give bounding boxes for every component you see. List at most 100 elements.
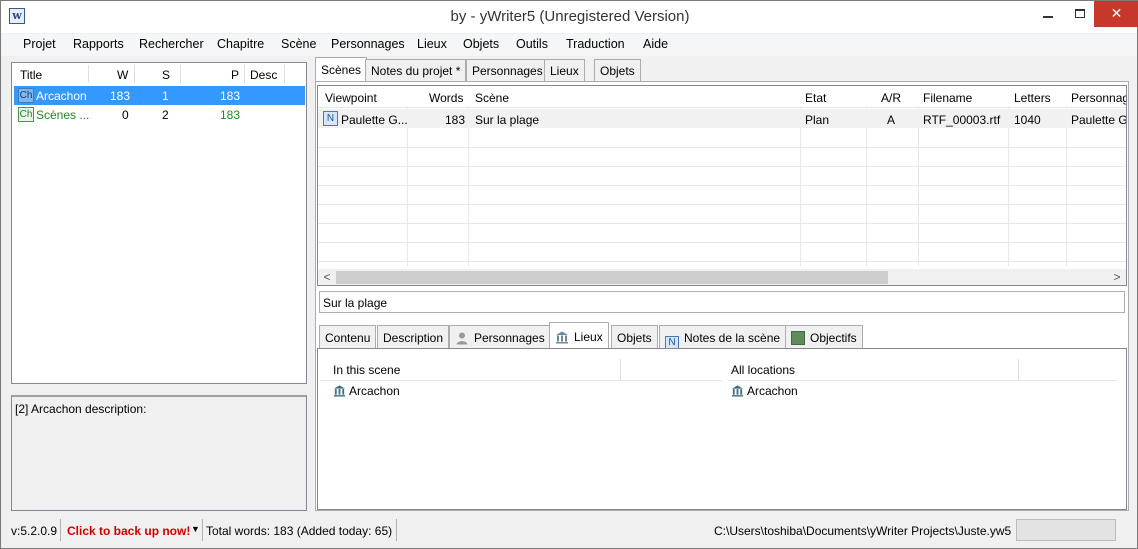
menu-aide[interactable]: Aide	[643, 37, 668, 51]
scene-title: Sur la plage	[475, 113, 540, 127]
menu-traduction[interactable]: Traduction	[566, 37, 625, 51]
scrollbar-thumb[interactable]	[336, 271, 888, 284]
grid-row-line	[318, 204, 1126, 205]
column-header-etat[interactable]: Etat	[805, 91, 826, 105]
menu-personnages[interactable]: Personnages	[331, 37, 405, 51]
menu-chapitre[interactable]: Chapitre	[217, 37, 264, 51]
column-header-personnages[interactable]: Personnag	[1071, 91, 1126, 105]
tab-scenes[interactable]: Scènes	[315, 57, 368, 81]
grid-row-line	[318, 242, 1126, 243]
scene-filename: RTF_00003.rtf	[923, 113, 1001, 127]
column-header-scene[interactable]: Scène	[475, 91, 509, 105]
minimize-icon	[1043, 15, 1053, 18]
close-icon: ✕	[1110, 5, 1123, 21]
grid-row-line	[318, 147, 1126, 148]
menu-rapports[interactable]: Rapports	[73, 37, 124, 51]
horizontal-scrollbar[interactable]: < >	[318, 269, 1126, 285]
column-header-ar[interactable]: A/R	[881, 91, 901, 105]
scene-title-field[interactable]: Sur la plage	[319, 291, 1125, 313]
chapter-description[interactable]: [2] Arcachon description:	[11, 395, 307, 511]
scroll-left-arrow-icon[interactable]: <	[320, 270, 334, 285]
chapter-words: 0	[122, 108, 129, 122]
scene-row[interactable]: N Paulette G... 183 Sur la plage Plan A …	[318, 109, 1126, 128]
tab-label: Contenu	[325, 331, 371, 345]
scene-viewpoint: Paulette G...	[341, 113, 408, 127]
column-divider[interactable]	[1018, 359, 1019, 381]
column-divider[interactable]	[620, 359, 621, 381]
backup-button[interactable]: Click to back up now!	[67, 524, 190, 538]
column-header-viewpoint[interactable]: Viewpoint	[325, 91, 377, 105]
chapter-row[interactable]: Ch Scènes ... 0 2 183	[14, 105, 305, 124]
tab-notes-du-projet[interactable]: Notes du projet *	[365, 59, 467, 81]
menu-bar: Projet Rapports Rechercher Chapitre Scèn…	[1, 34, 1137, 56]
version-label: v:5.2.0.9	[11, 524, 58, 538]
maximize-button[interactable]	[1063, 1, 1097, 27]
tab-personnages[interactable]: Personnages	[466, 59, 549, 81]
tab-objectifs[interactable]: Objectifs	[785, 325, 863, 348]
column-divider[interactable]	[180, 65, 181, 83]
chapter-list-header: Title W S P Desc	[12, 63, 306, 85]
menu-objets[interactable]: Objets	[463, 37, 499, 51]
menu-projet[interactable]: Projet	[23, 37, 56, 51]
chapter-words: 183	[110, 89, 131, 103]
tab-contenu[interactable]: Contenu	[319, 325, 377, 348]
column-header-words[interactable]: Words	[429, 91, 463, 105]
column-header-p[interactable]: P	[231, 68, 239, 82]
column-divider[interactable]	[134, 65, 135, 83]
tab-notes-de-la-scene[interactable]: N Notes de la scène	[659, 325, 787, 350]
status-divider	[60, 519, 61, 541]
window-title: by - yWriter5 (Unregistered Version)	[450, 8, 690, 25]
column-divider[interactable]	[88, 65, 89, 83]
column-header-desc[interactable]: Desc	[250, 68, 277, 82]
scene-note-icon: N	[323, 111, 338, 126]
column-header-filename[interactable]: Filename	[923, 91, 972, 105]
column-header-s[interactable]: S	[162, 68, 170, 82]
menu-scene[interactable]: Scène	[281, 37, 316, 51]
scene-grid[interactable]: Viewpoint Words Scène Etat A/R Filename …	[317, 85, 1127, 286]
locations-panel: In this scene All locations Arcachon Arc…	[317, 348, 1127, 510]
grid-row-line	[318, 185, 1126, 186]
column-header-title[interactable]: Title	[20, 68, 42, 82]
goal-icon	[791, 331, 805, 345]
close-button[interactable]: ✕	[1094, 1, 1138, 27]
tab-objets[interactable]: Objets	[594, 59, 641, 81]
tab-description[interactable]: Description	[377, 325, 450, 348]
total-words-label: Total words: 183 (Added today: 65)	[206, 524, 393, 538]
column-divider[interactable]	[284, 65, 285, 83]
app-window: w by - yWriter5 (Unregistered Version) ✕…	[0, 0, 1138, 549]
column-header-w[interactable]: W	[117, 68, 128, 82]
chapter-scenes: 1	[162, 89, 169, 103]
column-divider[interactable]	[244, 65, 245, 83]
column-header-in-this-scene[interactable]: In this scene	[333, 363, 400, 377]
project-path: C:\Users\toshiba\Documents\yWriter Proje…	[714, 524, 1012, 538]
chapter-icon: Ch	[18, 88, 34, 103]
tab-objets[interactable]: Objets	[611, 325, 658, 348]
title-bar: w by - yWriter5 (Unregistered Version) ✕	[1, 1, 1138, 33]
building-icon	[556, 331, 568, 344]
menu-lieux[interactable]: Lieux	[417, 37, 447, 51]
status-bar: v:5.2.0.9 Click to back up now! ▼ Total …	[1, 515, 1137, 548]
tab-label: Objectifs	[810, 331, 857, 345]
chapter-scenes: 2	[162, 108, 169, 122]
status-divider	[202, 519, 203, 541]
chapter-list[interactable]: Title W S P Desc Ch Arcachon 183 1 183 C…	[11, 62, 307, 384]
chapter-title: Scènes ...	[36, 108, 90, 122]
scene-grid-header: Viewpoint Words Scène Etat A/R Filename …	[318, 86, 1126, 108]
column-header-all-locations[interactable]: All locations	[731, 363, 795, 377]
column-header-letters[interactable]: Letters	[1014, 91, 1051, 105]
scene-personnages: Paulette G	[1071, 113, 1127, 127]
menu-outils[interactable]: Outils	[516, 37, 548, 51]
tab-lieux[interactable]: Lieux	[549, 322, 609, 348]
grid-row-line	[318, 166, 1126, 167]
scene-title-value: Sur la plage	[323, 296, 388, 310]
menu-rechercher[interactable]: Rechercher	[139, 37, 204, 51]
scene-letters: 1040	[1014, 113, 1041, 127]
tab-lieux[interactable]: Lieux	[544, 59, 585, 81]
grid-row-line	[318, 223, 1126, 224]
progress-box	[1016, 519, 1116, 541]
chevron-down-icon[interactable]: ▼	[191, 524, 200, 534]
tab-personnages[interactable]: Personnages	[449, 325, 551, 348]
chapter-row[interactable]: Ch Arcachon 183 1 183	[14, 86, 305, 105]
scroll-right-arrow-icon[interactable]: >	[1110, 270, 1124, 285]
minimize-button[interactable]	[1031, 1, 1065, 27]
